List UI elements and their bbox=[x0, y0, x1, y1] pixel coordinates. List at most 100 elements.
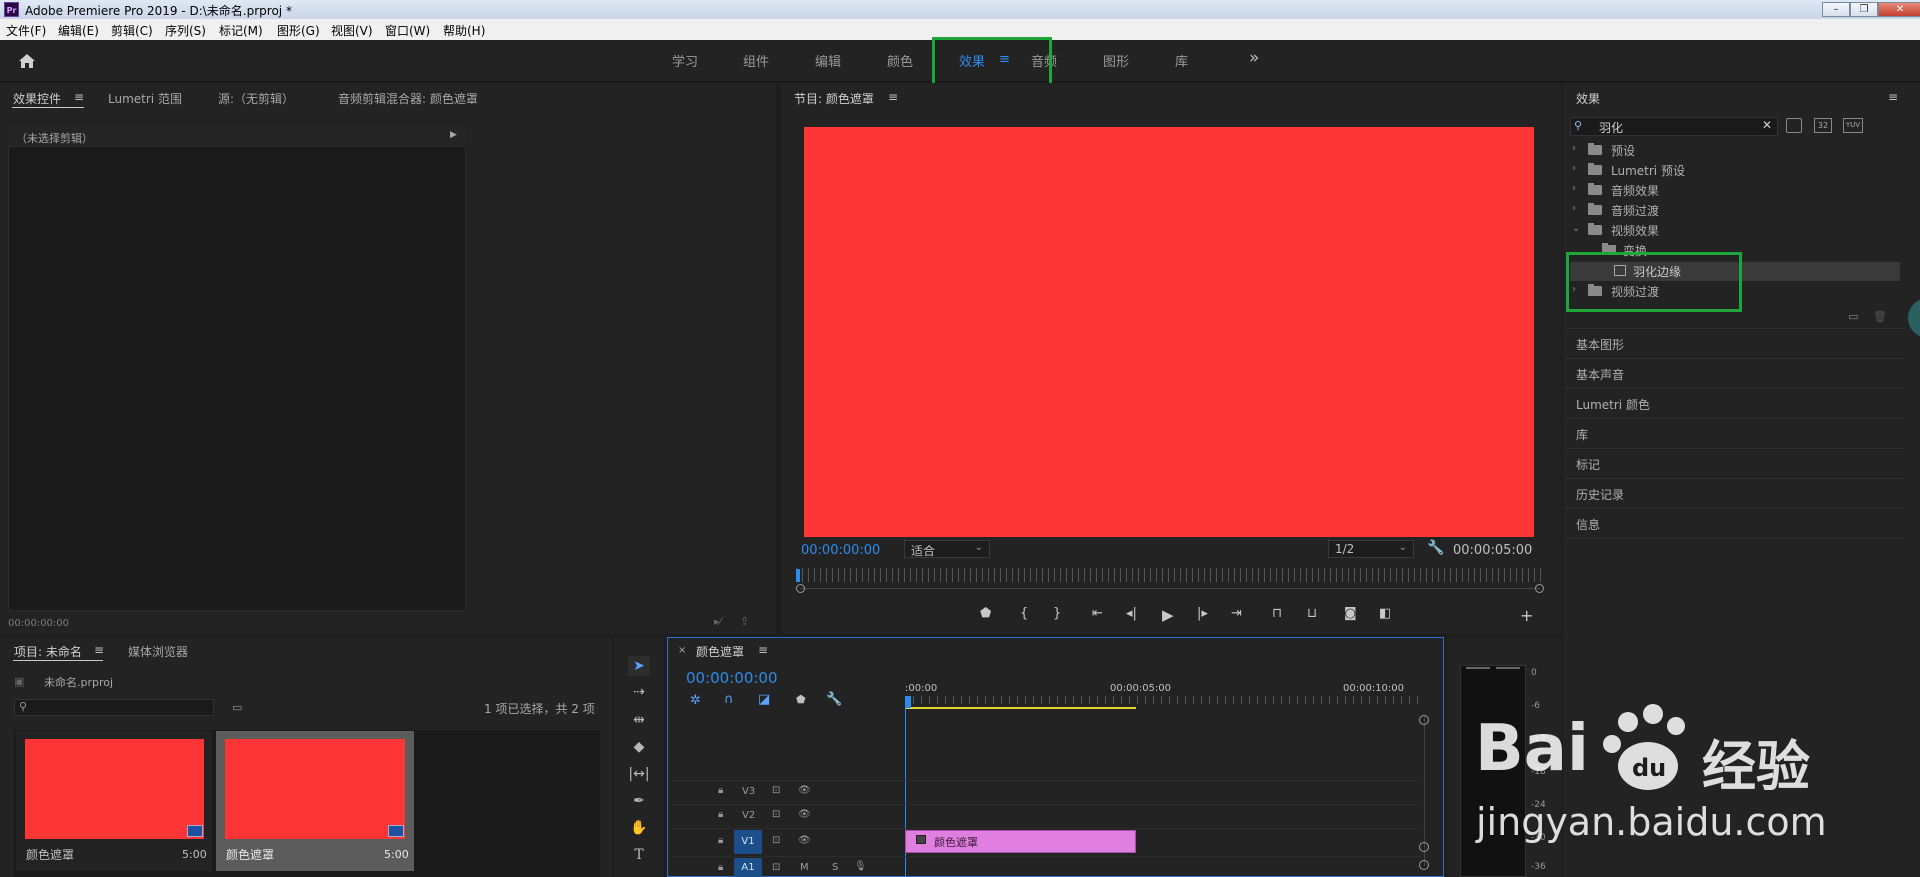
step-forward-icon[interactable]: |▸ bbox=[1197, 606, 1208, 621]
tab-source[interactable]: 源:（无剪辑） bbox=[218, 90, 294, 107]
workspace-graphics[interactable]: 图形 bbox=[1103, 51, 1129, 70]
tree-item-video-effects[interactable]: ⌄ 视频效果 bbox=[1570, 221, 1900, 240]
timeline-playhead-handle[interactable] bbox=[905, 696, 911, 708]
tree-item-audio-transitions[interactable]: › 音频过渡 bbox=[1570, 201, 1900, 220]
restore-button[interactable]: ❐ bbox=[1850, 2, 1878, 17]
timeline-settings-wrench-icon[interactable]: 🔧 bbox=[826, 692, 842, 707]
slip-tool-icon[interactable]: |↔| bbox=[628, 764, 650, 784]
add-marker-icon[interactable]: ⬟ bbox=[980, 606, 991, 621]
eye-icon[interactable]: 👁︎ bbox=[798, 809, 811, 820]
menu-help[interactable]: 帮助(H) bbox=[443, 22, 485, 39]
menu-sequence[interactable]: 序列(S) bbox=[165, 22, 206, 39]
sync-lock-icon[interactable]: ⊡ bbox=[772, 835, 780, 846]
fit-dropdown[interactable]: 适合 ⌄ bbox=[904, 540, 990, 558]
find-icon[interactable]: ▭ bbox=[232, 701, 242, 714]
yuv-effects-icon[interactable]: YUV bbox=[1843, 118, 1863, 133]
sync-lock-icon[interactable]: ⊡ bbox=[772, 785, 780, 796]
track-name[interactable]: V2 bbox=[742, 810, 755, 821]
workspace-libraries[interactable]: 库 bbox=[1175, 51, 1188, 70]
timeline-timecode[interactable]: 00:00:00:00 bbox=[686, 669, 778, 687]
sequence-tab[interactable]: 颜色遮罩 bbox=[696, 643, 744, 660]
panel-essential-graphics[interactable]: 基本图形 bbox=[1576, 336, 1624, 353]
tab-audio-clip-mixer[interactable]: 音频剪辑混合器: 颜色遮罩 bbox=[338, 90, 478, 107]
project-menu-icon[interactable]: ≡ bbox=[94, 643, 104, 657]
effects-menu-icon[interactable]: ≡ bbox=[1888, 90, 1898, 104]
source-patch-a1[interactable]: A1 bbox=[734, 858, 762, 877]
minimize-button[interactable]: – bbox=[1822, 2, 1850, 17]
tab-effect-controls[interactable]: 效果控件 bbox=[13, 90, 61, 107]
tree-item-presets[interactable]: › 预设 bbox=[1570, 141, 1900, 160]
zoom-scrollbar[interactable] bbox=[800, 588, 1540, 589]
track-select-tool-icon[interactable]: ⇢ bbox=[628, 682, 650, 702]
extract-icon[interactable]: ⊔ bbox=[1307, 606, 1317, 621]
mark-out-icon[interactable]: } bbox=[1053, 606, 1061, 621]
trash-icon[interactable]: 🗑 bbox=[1873, 310, 1887, 323]
effects-search-input[interactable]: ⚲ 羽化 ✕ bbox=[1570, 117, 1778, 136]
snap-magnet-icon[interactable]: ∩ bbox=[724, 692, 734, 707]
panel-lumetri-color[interactable]: Lumetri 颜色 bbox=[1576, 396, 1650, 413]
microphone-icon[interactable]: 🎙︎ bbox=[854, 861, 867, 872]
button-editor-plus-icon[interactable]: + bbox=[1520, 606, 1533, 625]
lock-icon[interactable]: 🔒︎ bbox=[718, 835, 723, 846]
go-to-in-icon[interactable]: ⇤ bbox=[1092, 606, 1103, 621]
scroll-handle-audio[interactable] bbox=[1419, 860, 1429, 870]
workspace-color[interactable]: 颜色 bbox=[887, 51, 913, 70]
panel-info[interactable]: 信息 bbox=[1576, 516, 1600, 533]
zoom-handle-right[interactable] bbox=[1535, 584, 1544, 593]
panel-libraries[interactable]: 库 bbox=[1576, 426, 1588, 443]
add-marker-icon[interactable]: ⬟ bbox=[796, 693, 806, 706]
tree-item-audio-effects[interactable]: › 音频效果 bbox=[1570, 181, 1900, 200]
panel-menu-icon[interactable]: ≡ bbox=[74, 90, 84, 104]
program-menu-icon[interactable]: ≡ bbox=[888, 90, 898, 104]
program-playhead[interactable] bbox=[796, 569, 800, 582]
workspace-editing[interactable]: 编辑 bbox=[815, 51, 841, 70]
tab-lumetri-scopes[interactable]: Lumetri 范围 bbox=[108, 90, 182, 107]
new-bin-icon[interactable]: ▭ bbox=[1848, 310, 1858, 323]
32bit-effects-icon[interactable]: 32 bbox=[1814, 118, 1832, 133]
close-sequence-icon[interactable]: × bbox=[678, 645, 686, 656]
project-item-2-selected[interactable]: 颜色遮罩 5:00 bbox=[216, 731, 414, 871]
pen-tool-icon[interactable]: ✒ bbox=[628, 791, 650, 811]
source-patch-v1[interactable]: V1 bbox=[734, 830, 762, 854]
menu-graphics[interactable]: 图形(G) bbox=[277, 22, 320, 39]
menu-clip[interactable]: 剪辑(C) bbox=[111, 22, 153, 39]
menu-window[interactable]: 窗口(W) bbox=[385, 22, 430, 39]
timeline-menu-icon[interactable]: ≡ bbox=[758, 643, 768, 657]
panel-markers[interactable]: 标记 bbox=[1576, 456, 1600, 473]
lock-icon[interactable]: 🔒︎ bbox=[718, 809, 723, 820]
export-icon[interactable]: ⇪ bbox=[740, 615, 749, 628]
selection-tool-icon[interactable]: ➤ bbox=[628, 656, 650, 676]
panel-history[interactable]: 历史记录 bbox=[1576, 486, 1624, 503]
step-back-icon[interactable]: ◂| bbox=[1126, 606, 1137, 621]
timeline-ruler[interactable] bbox=[905, 696, 1423, 704]
sync-lock-icon[interactable]: ⊡ bbox=[772, 862, 780, 873]
project-item-1[interactable]: 颜色遮罩 5:00 bbox=[16, 731, 212, 871]
menu-file[interactable]: 文件(F) bbox=[6, 22, 46, 39]
ripple-edit-tool-icon[interactable]: ⇹ bbox=[628, 710, 650, 730]
go-to-out-icon[interactable]: ⇥ bbox=[1231, 606, 1242, 621]
eye-icon[interactable]: 👁︎ bbox=[798, 835, 811, 846]
eye-icon[interactable]: 👁︎ bbox=[798, 785, 811, 796]
wrench-icon[interactable]: 🔧 bbox=[1427, 540, 1444, 556]
tab-media-browser[interactable]: 媒体浏览器 bbox=[128, 643, 188, 660]
workspace-learn[interactable]: 学习 bbox=[672, 51, 698, 70]
mark-in-icon[interactable]: { bbox=[1020, 606, 1028, 621]
razor-tool-icon[interactable]: ◆ bbox=[628, 737, 650, 757]
export-frame-icon[interactable]: ◙ bbox=[1344, 606, 1357, 621]
hand-tool-icon[interactable]: ✋ bbox=[628, 818, 650, 838]
scroll-handle-bottom[interactable] bbox=[1419, 842, 1429, 852]
nest-icon[interactable]: ✲ bbox=[690, 693, 701, 708]
solo-button[interactable]: S bbox=[832, 862, 838, 873]
timeline-clip-color-matte[interactable]: 颜色遮罩 bbox=[905, 830, 1136, 853]
lock-icon[interactable]: 🔒︎ bbox=[718, 862, 723, 873]
filter-icon[interactable]: ▸⁄ bbox=[714, 615, 721, 628]
expand-arrow-icon[interactable]: ▶ bbox=[450, 130, 457, 140]
clear-search-icon[interactable]: ✕ bbox=[1762, 118, 1772, 132]
program-time-ruler[interactable] bbox=[796, 568, 1544, 582]
home-icon[interactable] bbox=[18, 53, 36, 69]
accelerated-effects-icon[interactable] bbox=[1786, 118, 1802, 133]
tab-project[interactable]: 项目: 未命名 bbox=[14, 643, 82, 660]
scroll-handle-top[interactable] bbox=[1419, 715, 1429, 725]
menu-marker[interactable]: 标记(M) bbox=[219, 22, 263, 39]
zoom-handle-left[interactable] bbox=[796, 584, 805, 593]
